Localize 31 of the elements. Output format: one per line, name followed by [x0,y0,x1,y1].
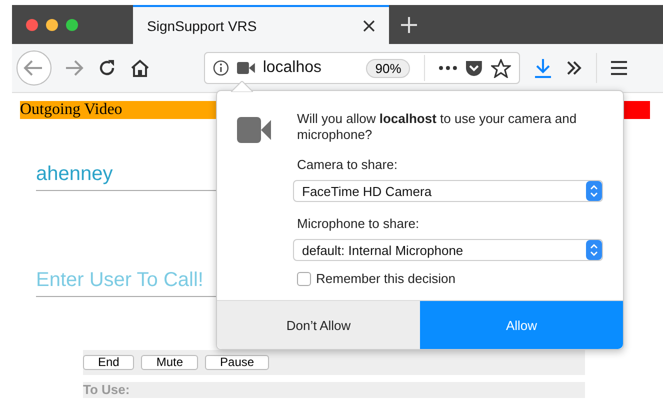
video-camera-icon [237,117,271,143]
close-icon[interactable] [363,20,375,32]
download-icon[interactable] [534,58,552,78]
section-heading: To Use: [83,382,130,397]
more-icon[interactable] [439,66,458,70]
video-camera-icon[interactable] [236,62,255,74]
deny-button[interactable]: Don’t Allow [217,301,420,349]
zoom-level-button[interactable]: 90% [366,58,410,78]
microphone-label: Microphone to share: [297,216,420,231]
up-down-arrows-icon[interactable] [586,181,602,201]
close-window-icon[interactable] [26,18,38,30]
star-icon[interactable] [491,58,512,78]
camera-select[interactable]: FaceTime HD Camera [293,180,603,202]
checkbox[interactable] [297,272,311,286]
back-icon[interactable] [16,50,52,86]
info-icon[interactable] [213,60,229,76]
up-down-arrows-icon[interactable] [586,240,602,260]
reload-icon[interactable] [98,59,116,77]
call-control-button[interactable]: End [83,355,134,370]
double-chevron-icon[interactable] [566,61,582,75]
new-tab-icon[interactable] [401,16,417,32]
menu-icon[interactable] [611,61,627,75]
call-control-button[interactable]: Mute [141,355,198,370]
minimize-window-icon[interactable] [46,18,58,30]
forward-icon[interactable] [64,59,84,77]
home-icon[interactable] [130,59,150,77]
zoom-window-icon[interactable] [66,18,78,30]
microphone-select[interactable]: default: Internal Microphone [293,239,603,261]
browser-tab[interactable]: SignSupport VRS [133,5,389,44]
shield-icon[interactable] [465,59,484,77]
call-control-button[interactable]: Pause [205,355,270,370]
